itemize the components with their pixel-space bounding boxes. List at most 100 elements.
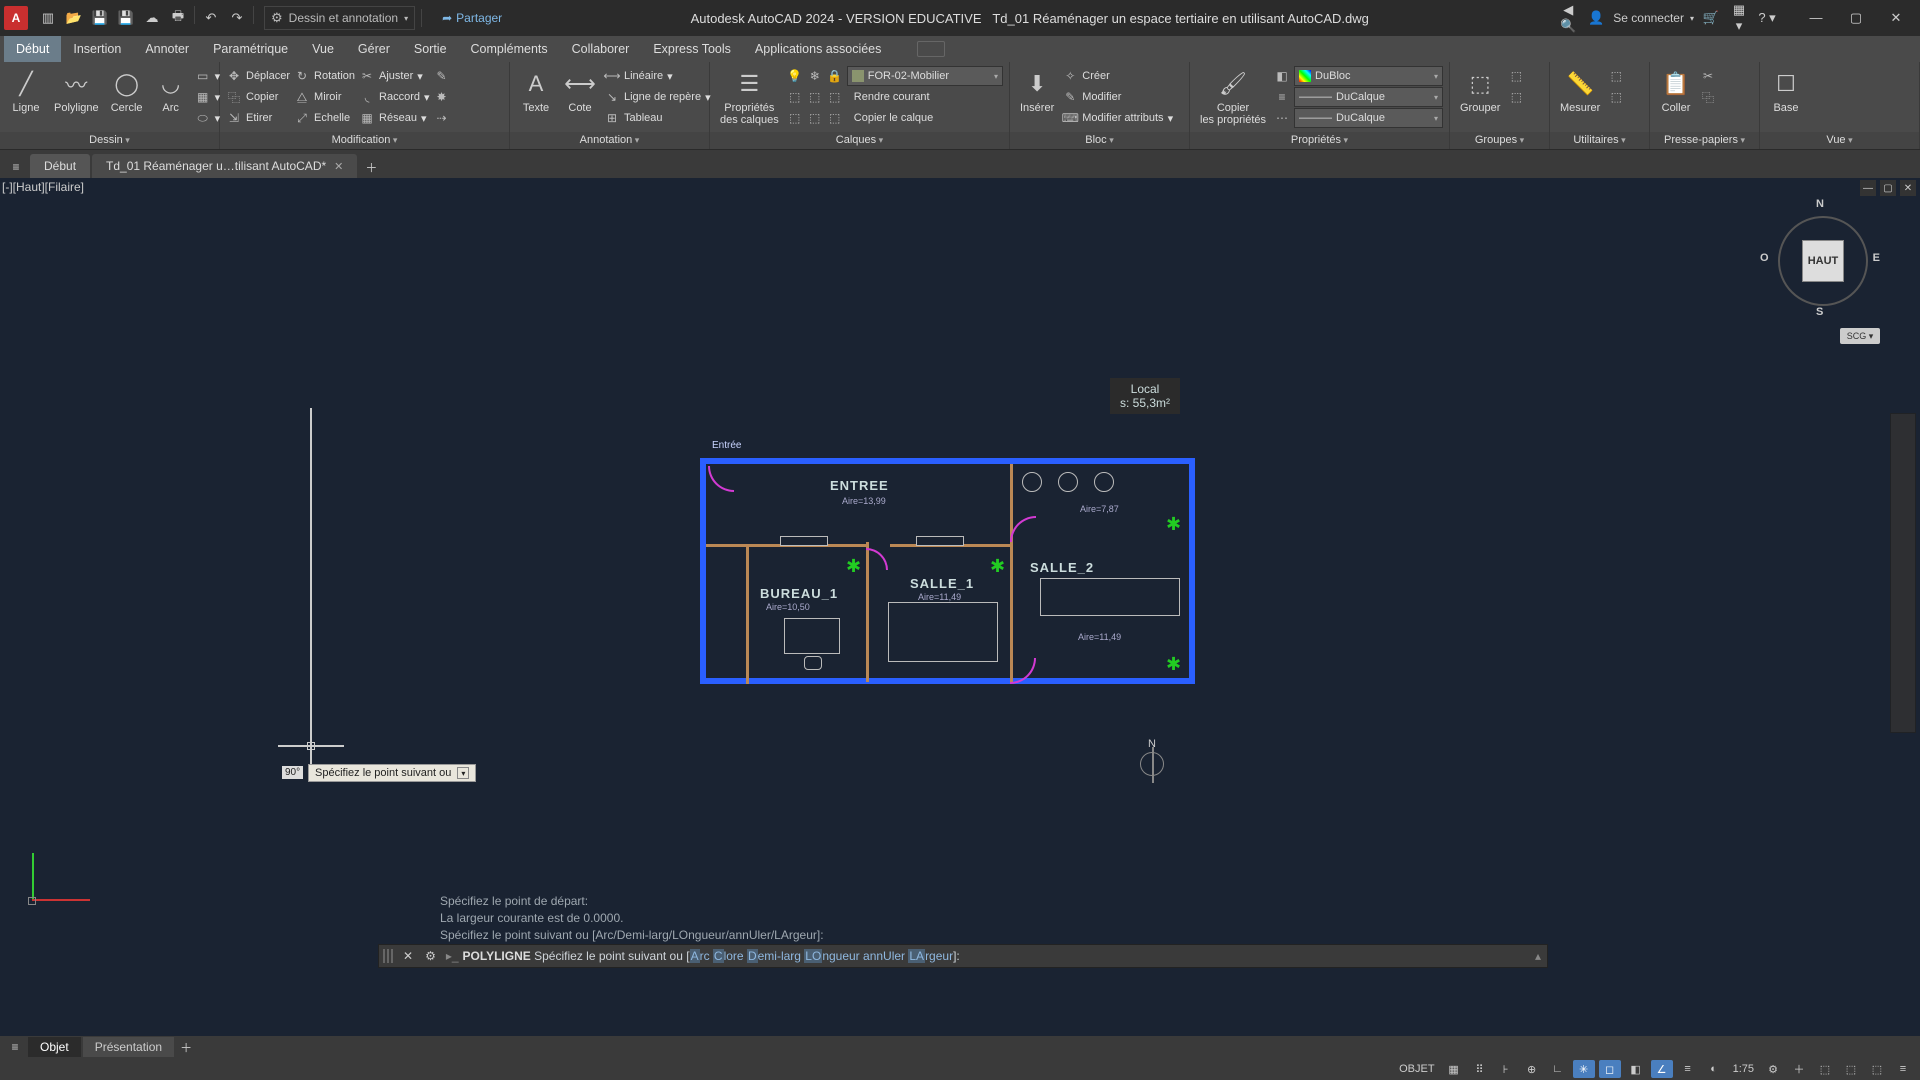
cmd-close-icon[interactable]: ✕ (397, 949, 419, 963)
layout-menu[interactable]: ≡ (4, 1040, 26, 1054)
qat-saveas-icon[interactable]: 💾 (114, 6, 138, 30)
tool-base[interactable]: ☐Base (1766, 66, 1806, 116)
panel-bloc[interactable]: Bloc (1010, 132, 1189, 149)
lwt-icon[interactable]: ≡ (1677, 1060, 1699, 1078)
tool-copprop[interactable]: 🖌Copier les propriétés (1196, 66, 1270, 128)
tool-deplacer[interactable]: ✥Déplacer (226, 66, 290, 86)
close-tab-icon[interactable]: ✕ (334, 160, 343, 173)
tool-propcalques[interactable]: ☰Propriétés des calques (716, 66, 783, 128)
status-model[interactable]: OBJET (1395, 1063, 1438, 1075)
share-button[interactable]: ➦ Partager (442, 11, 502, 25)
qat-plot-icon[interactable]: 🖶 (166, 6, 190, 30)
menu-insertion[interactable]: Insertion (61, 36, 133, 62)
tool-grouper[interactable]: ⬚Grouper (1456, 66, 1504, 116)
ucs-icon[interactable] (32, 853, 34, 901)
ungroup-icon[interactable]: ⬚ (1508, 68, 1524, 84)
tool-raccord[interactable]: ◟Raccord ▾ (359, 87, 430, 107)
tool-ellipse[interactable]: ⬭▾ (195, 108, 221, 128)
color-selector[interactable]: DuBloc (1294, 66, 1443, 86)
copy2-icon[interactable]: ⿻ (1700, 89, 1716, 105)
tool-reseau[interactable]: ▦Réseau ▾ (359, 108, 430, 128)
tool-miroir[interactable]: ⧋Miroir (294, 87, 355, 107)
lineweight-selector[interactable]: ———DuCalque (1294, 87, 1443, 107)
ortho-icon[interactable]: ∟ (1547, 1060, 1569, 1078)
workspace-selector[interactable]: ⚙ Dessin et annotation ▾ (264, 6, 415, 30)
transparency-icon[interactable]: ◐ (1703, 1060, 1725, 1078)
minimize-button[interactable]: — (1796, 10, 1836, 26)
nav-bar[interactable] (1890, 413, 1916, 733)
tool-lineaire[interactable]: ⟷Linéaire ▾ (604, 66, 711, 86)
linetype-selector[interactable]: ———DuCalque (1294, 108, 1443, 128)
tool-modifier-bloc[interactable]: ✎Modifier (1062, 87, 1173, 107)
panel-calques[interactable]: Calques (710, 132, 1009, 149)
clean-icon[interactable]: ⬚ (1866, 1060, 1888, 1078)
add-layout-button[interactable]: ＋ (176, 1039, 196, 1056)
otrack-icon[interactable]: ∠ (1651, 1060, 1673, 1078)
tool-tableau[interactable]: ⊞Tableau (604, 108, 711, 128)
menu-collaborer[interactable]: Collaborer (560, 36, 642, 62)
user-icon[interactable]: 👤 (1585, 10, 1607, 26)
viewcube-e[interactable]: E (1873, 252, 1880, 264)
panel-groupes[interactable]: Groupes (1450, 132, 1549, 149)
freeze-icon[interactable]: ❄ (807, 68, 823, 84)
tool-repere[interactable]: ↘Ligne de repère ▾ (604, 87, 711, 107)
scg-button[interactable]: SCG ▾ (1840, 328, 1880, 344)
vp-min-icon[interactable]: — (1860, 180, 1876, 196)
signin-link[interactable]: Se connecter (1613, 11, 1684, 25)
tool-ajuster[interactable]: ✂Ajuster ▾ (359, 66, 430, 86)
tool-explode[interactable]: ✸ (434, 87, 450, 107)
osnap-icon[interactable]: ◻ (1599, 1060, 1621, 1078)
tool-copier[interactable]: ⿻Copier (226, 87, 290, 107)
tool-modattr[interactable]: ⌨Modifier attributs ▾ (1062, 108, 1173, 128)
tool-mesurer[interactable]: 📏Mesurer (1556, 66, 1604, 116)
vp-max-icon[interactable]: ▢ (1880, 180, 1896, 196)
tab-layout1[interactable]: Présentation (83, 1037, 174, 1057)
polar-icon[interactable]: ✳ (1573, 1060, 1595, 1078)
tool-ligne[interactable]: ╱Ligne (6, 66, 46, 116)
qat-new-icon[interactable]: ▥ (36, 6, 60, 30)
panel-util[interactable]: Utilitaires (1550, 132, 1649, 149)
tool-coller[interactable]: 📋Coller (1656, 66, 1696, 116)
layer-selector[interactable]: FOR-02-Mobilier (847, 66, 1003, 86)
dynamic-prompt[interactable]: Spécifiez le point suivant ou ▾ (308, 764, 476, 782)
tool-copiercalque[interactable]: ⬚⬚⬚ Copier le calque (787, 108, 1003, 128)
add-tab-button[interactable]: ＋ (359, 156, 383, 178)
command-line[interactable]: ✕ ⚙ ▸_ POLYLIGNE Spécifiez le point suiv… (378, 944, 1548, 968)
panel-dessin[interactable]: Dessin (0, 132, 219, 149)
tool-cercle[interactable]: ◯Cercle (107, 66, 147, 116)
tool-echelle[interactable]: ⤢Echelle (294, 108, 355, 128)
custom-icon[interactable]: ≡ (1892, 1060, 1914, 1078)
qat-save-icon[interactable]: 💾 (88, 6, 112, 30)
panel-annot[interactable]: Annotation (510, 132, 709, 149)
close-button[interactable]: ✕ (1876, 10, 1916, 26)
cmd-config-icon[interactable]: ⚙ (419, 949, 442, 963)
hw-icon[interactable]: ⬚ (1840, 1060, 1862, 1078)
tool-hatch[interactable]: ▦▾ (195, 87, 221, 107)
tool-rotation[interactable]: ↻Rotation (294, 66, 355, 86)
vp-close-icon[interactable]: ✕ (1900, 180, 1916, 196)
panel-vue[interactable]: Vue (1760, 132, 1919, 149)
iso-icon[interactable]: ⬚ (1814, 1060, 1836, 1078)
gear-status-icon[interactable]: ⚙ (1762, 1060, 1784, 1078)
tool-creer-bloc[interactable]: ✧Créer (1062, 66, 1173, 86)
menu-sortie[interactable]: Sortie (402, 36, 459, 62)
infer-icon[interactable]: ⊦ (1495, 1060, 1517, 1078)
snap-toggle-icon[interactable]: ⠿ (1469, 1060, 1491, 1078)
add-status-icon[interactable]: ＋ (1788, 1060, 1810, 1078)
menu-apps[interactable]: Applications associées (743, 36, 893, 62)
viewcube-s[interactable]: S (1816, 306, 1823, 318)
tab-model[interactable]: Objet (28, 1037, 81, 1057)
grid-toggle-icon[interactable]: ▦ (1443, 1060, 1465, 1078)
menu-debut[interactable]: Début (4, 36, 61, 62)
viewcube-n[interactable]: N (1816, 198, 1824, 210)
annotation-scale[interactable]: 1:75 (1729, 1063, 1758, 1075)
cart-icon[interactable]: 🛒 (1700, 10, 1722, 26)
menu-parametrique[interactable]: Paramétrique (201, 36, 300, 62)
qat-cloud-icon[interactable]: ☁ (140, 6, 164, 30)
lock-icon[interactable]: 🔒 (827, 68, 843, 84)
menu-express[interactable]: Express Tools (641, 36, 743, 62)
panel-props[interactable]: Propriétés (1190, 132, 1449, 149)
panel-modif[interactable]: Modification (220, 132, 509, 149)
doctab-start[interactable]: Début (30, 154, 90, 178)
bulb-icon[interactable]: 💡 (787, 68, 803, 84)
